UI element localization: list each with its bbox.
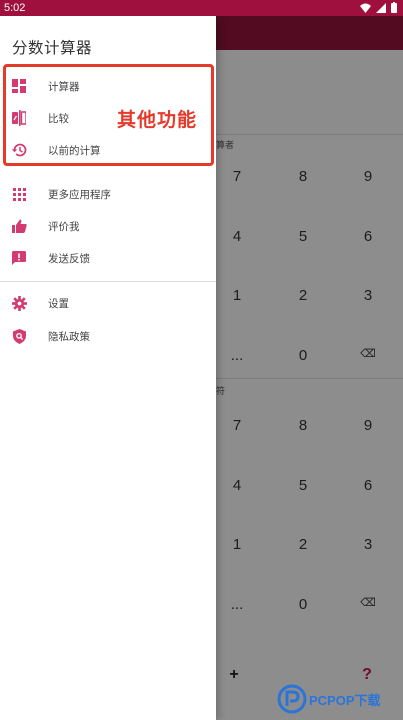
status-bar: 5:02 [0,0,403,16]
feedback-icon [11,250,27,266]
signal-icon [376,2,386,13]
shield-icon [11,328,27,344]
menu-item-label: 发送反馈 [48,253,90,265]
status-icons [360,2,397,13]
menu-item-settings[interactable]: 设置 [0,287,216,319]
menu-item-feedback[interactable]: 发送反馈 [0,242,216,274]
watermark-logo-icon [277,684,307,714]
drawer-title: 分数计算器 [12,39,93,57]
apps-grid-icon [11,186,27,202]
menu-item-rate[interactable]: 评价我 [0,210,216,242]
drawer-divider [0,281,216,282]
battery-icon [391,2,397,13]
status-time: 5:02 [4,2,26,14]
annotation-text: 其他功能 [117,109,198,131]
watermark: PCPOP下载 [277,684,381,714]
menu-item-label: 评价我 [48,221,80,233]
gear-icon [11,295,27,311]
menu-item-label: 隐私政策 [48,331,90,343]
menu-item-more-apps[interactable]: 更多应用程序 [0,178,216,210]
menu-item-label: 更多应用程序 [48,189,111,201]
thumb-up-icon [11,218,27,234]
menu-item-privacy[interactable]: 隐私政策 [0,320,216,352]
watermark-text: PCPOP下载 [309,692,381,708]
menu-item-label: 设置 [48,298,69,310]
wifi-icon [360,3,371,13]
